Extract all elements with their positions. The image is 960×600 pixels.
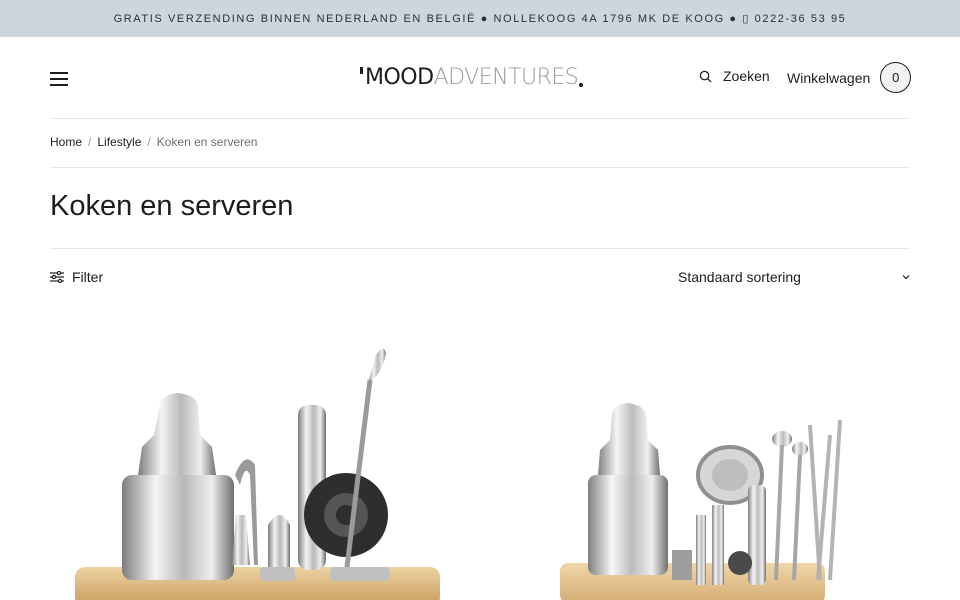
logo-tick — [360, 67, 363, 74]
product-card-image[interactable] — [50, 335, 460, 600]
announcement-text: GRATIS VERZENDING BINNEN NEDERLAND EN BE… — [113, 13, 847, 25]
search-icon — [699, 70, 712, 83]
sort-select[interactable]: Standaard sortering — [678, 269, 910, 285]
title-divider — [50, 248, 910, 249]
site-logo[interactable]: MOOD ADVENTURES — [360, 63, 600, 93]
announcement-bar: GRATIS VERZENDING BINNEN NEDERLAND EN BE… — [0, 0, 960, 37]
search-button[interactable]: Zoeken — [699, 68, 770, 84]
chevron-down-icon — [902, 275, 910, 280]
sort-label: Standaard sortering — [678, 269, 801, 285]
cocktail-set-image — [560, 403, 842, 600]
breadcrumb-lifestyle-link[interactable]: Lifestyle — [97, 135, 141, 149]
breadcrumb-separator: / — [147, 135, 151, 149]
filter-button[interactable]: Filter — [50, 269, 103, 285]
sliders-icon — [50, 271, 64, 283]
breadcrumb-separator: / — [88, 135, 92, 149]
site-header: MOOD ADVENTURES Zoeken Winkelwagen 0 — [0, 37, 960, 119]
breadcrumb-divider — [50, 167, 910, 168]
search-label: Zoeken — [723, 68, 770, 84]
cocktail-set-image — [75, 348, 440, 600]
cart-button[interactable]: Winkelwagen 0 — [787, 62, 912, 93]
breadcrumb-current: Koken en serveren — [156, 135, 258, 149]
logo-adventures-text: ADVENTURES — [433, 65, 579, 90]
header-divider — [50, 118, 910, 119]
cart-label: Winkelwagen — [787, 69, 871, 86]
breadcrumb: Home / Lifestyle / Koken en serveren — [50, 135, 257, 149]
filter-label: Filter — [72, 269, 104, 285]
breadcrumb-home-link[interactable]: Home — [50, 135, 82, 149]
cart-count-badge: 0 — [880, 62, 912, 93]
page-title: Koken en serveren — [50, 190, 294, 222]
logo-mood-text: MOOD — [365, 65, 434, 90]
hamburger-icon[interactable] — [50, 72, 68, 86]
logo-dot — [579, 83, 584, 87]
product-card-image[interactable] — [500, 335, 910, 600]
